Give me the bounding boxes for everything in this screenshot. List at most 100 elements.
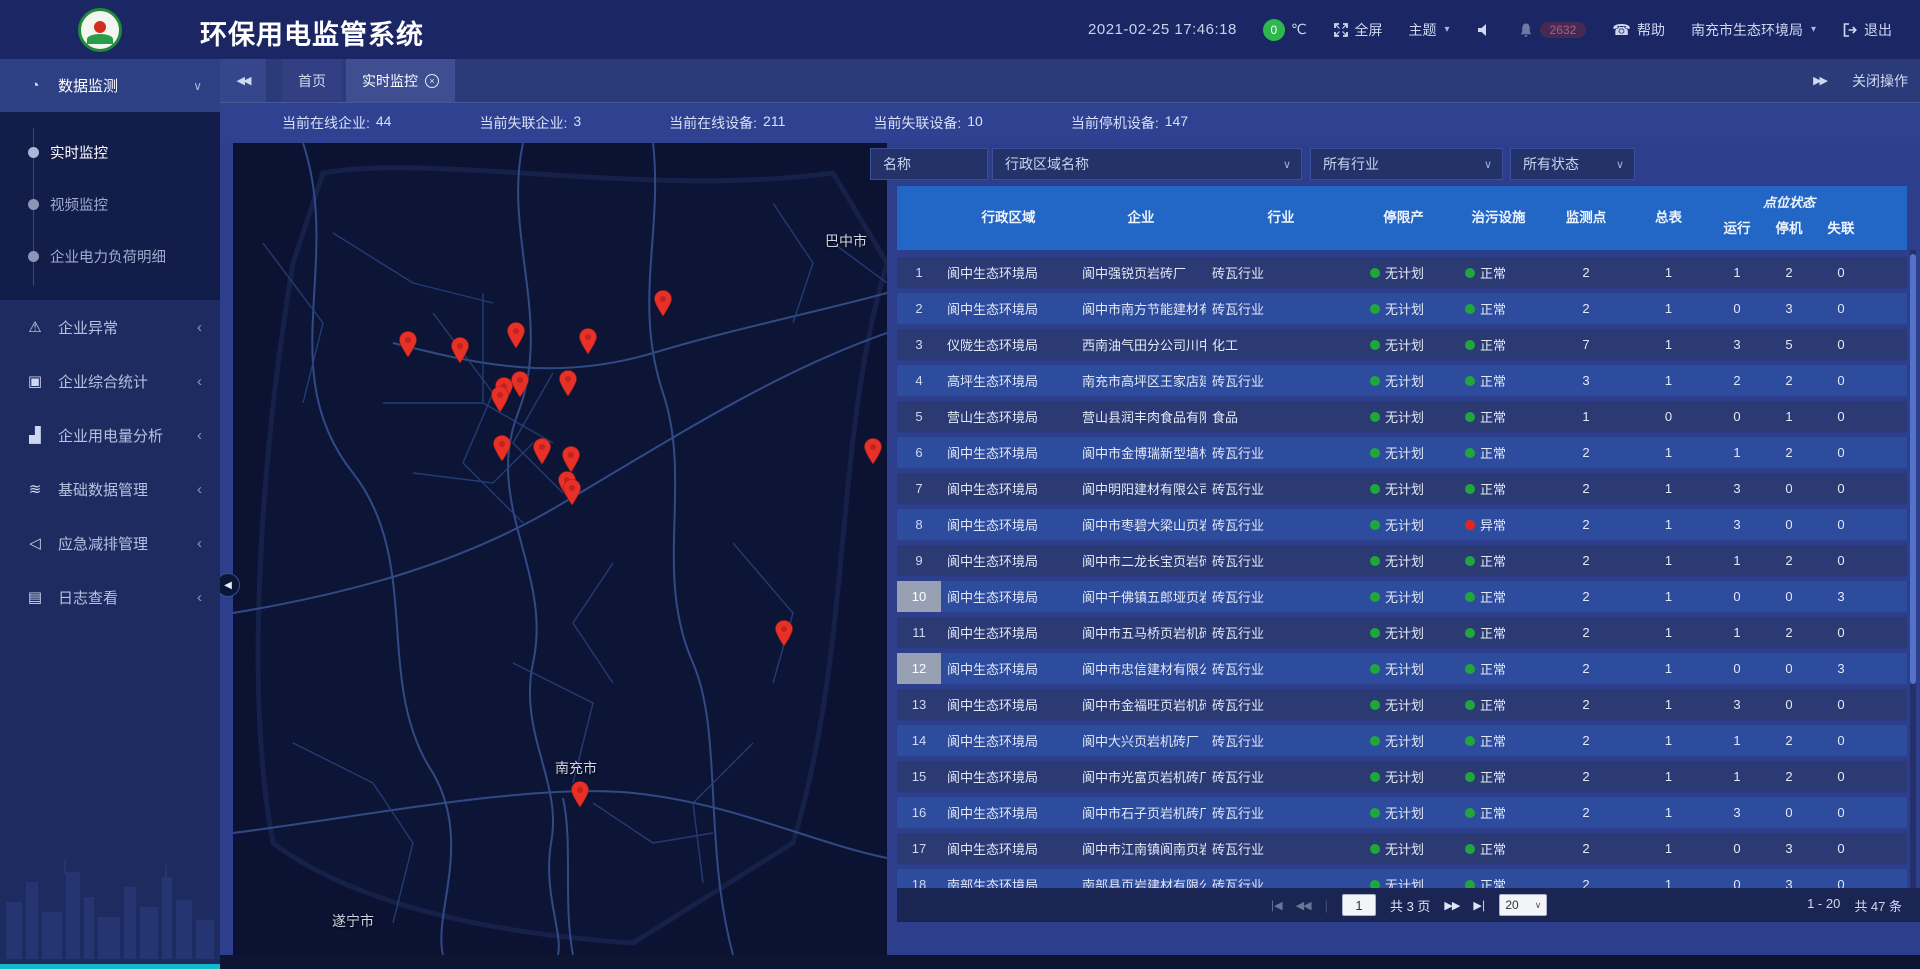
menu-icon: ▟ [26, 426, 44, 444]
row-number: 14 [897, 725, 941, 756]
stat-value: 147 [1165, 113, 1188, 133]
map-location-pin[interactable] [398, 331, 418, 357]
cell-limit-status: 无计划 [1356, 833, 1451, 864]
last-page-button[interactable]: ▶∣ [1473, 899, 1485, 912]
map-location-pin[interactable] [450, 337, 470, 363]
map-location-pin[interactable] [561, 446, 581, 472]
cell-facility-status: 正常 [1451, 437, 1546, 468]
cell-company: 南部县页岩建材有限公 [1076, 869, 1206, 888]
cell-run-count: 1 [1711, 761, 1763, 792]
map-location-pin[interactable] [562, 479, 582, 505]
table-row[interactable]: 12 阆中生态环境局 阆中市忠信建材有限公 砖瓦行业 无计划 正常 2 1 0 … [897, 653, 1907, 684]
map-location-pin[interactable] [490, 386, 510, 412]
row-number: 8 [897, 509, 941, 540]
map-location-pin[interactable] [558, 370, 578, 396]
tabs-scroll-right-button[interactable]: ▶▶ [1813, 74, 1826, 87]
row-number: 6 [897, 437, 941, 468]
temperature-badge: 0 [1263, 19, 1285, 41]
table-row[interactable]: 18 南部生态环境局 南部县页岩建材有限公 砖瓦行业 无计划 正常 2 1 0 … [897, 869, 1907, 888]
notification-area[interactable]: 2632 [1518, 22, 1587, 38]
organization-dropdown[interactable]: 南充市生态环境局▾ [1691, 20, 1816, 40]
map-location-pin[interactable] [863, 438, 883, 464]
row-number: 3 [897, 329, 941, 360]
map-location-pin[interactable] [510, 371, 530, 397]
weather-widget: 0 ℃ [1263, 19, 1307, 41]
table-row[interactable]: 13 阆中生态环境局 阆中市金福旺页岩机砖 砖瓦行业 无计划 正常 2 1 3 … [897, 689, 1907, 720]
cell-company: 阆中强锐页岩砖厂 [1076, 257, 1206, 288]
sidebar-submenu-item[interactable]: 企业电力负荷明细 [0, 230, 220, 282]
cell-monitor-points: 2 [1546, 437, 1626, 468]
map-location-pin[interactable] [506, 322, 526, 348]
table-row[interactable]: 17 阆中生态环境局 阆中市江南镇阆南页岩 砖瓦行业 无计划 正常 2 1 0 … [897, 833, 1907, 864]
cell-region: 阆中生态环境局 [941, 761, 1076, 792]
table-row[interactable]: 6 阆中生态环境局 阆中市金博瑞新型墙材 砖瓦行业 无计划 正常 2 1 1 2… [897, 437, 1907, 468]
table-row[interactable]: 10 阆中生态环境局 阆中千佛镇五郎垭页岩 砖瓦行业 无计划 正常 2 1 0 … [897, 581, 1907, 612]
sidebar-group-item[interactable]: ▣ 企业综合统计 ‹ [0, 354, 220, 408]
green-status-dot [1370, 736, 1380, 746]
sound-button[interactable] [1476, 22, 1492, 38]
row-number: 4 [897, 365, 941, 396]
table-row[interactable]: 16 阆中生态环境局 阆中市石子页岩机砖厂 砖瓦行业 无计划 正常 2 1 3 … [897, 797, 1907, 828]
help-button[interactable]: ☎ 帮助 [1612, 20, 1665, 40]
map-location-pin[interactable] [532, 438, 552, 464]
sidebar-group-item[interactable]: ▟ 企业用电量分析 ‹ [0, 408, 220, 462]
sidebar-item-data-monitoring[interactable]: ◔ 数据监测 ∨ [0, 59, 220, 112]
cell-run-count: 3 [1711, 509, 1763, 540]
table-row[interactable]: 11 阆中生态环境局 阆中市五马桥页岩机砖 砖瓦行业 无计划 正常 2 1 1 … [897, 617, 1907, 648]
table-row[interactable]: 9 阆中生态环境局 阆中市二龙长宝页岩砖 砖瓦行业 无计划 正常 2 1 1 2… [897, 545, 1907, 576]
table-row[interactable]: 15 阆中生态环境局 阆中市光富页岩机砖厂 砖瓦行业 无计划 正常 2 1 1 … [897, 761, 1907, 792]
map-location-pin[interactable] [774, 620, 794, 646]
close-operations-button[interactable]: 关闭操作 [1852, 71, 1908, 91]
sidebar-submenu-item[interactable]: 实时监控 [0, 126, 220, 178]
sidebar-group-item[interactable]: ▤ 日志查看 ‹ [0, 570, 220, 624]
scrollbar-thumb[interactable] [1910, 254, 1916, 684]
row-number: 16 [897, 797, 941, 828]
table-scrollbar[interactable] [1910, 250, 1916, 888]
page-number-input[interactable] [1342, 894, 1376, 916]
tab[interactable]: 实时监控 × [346, 59, 455, 102]
table-row[interactable]: 1 阆中生态环境局 阆中强锐页岩砖厂 砖瓦行业 无计划 正常 2 1 1 2 0 [897, 257, 1907, 288]
page-size-select[interactable]: 20 ∨ [1499, 894, 1547, 916]
cell-total-meters: 1 [1626, 869, 1711, 888]
status-select[interactable]: 所有状态 ∨ [1510, 148, 1635, 180]
table-row[interactable]: 8 阆中生态环境局 阆中市枣碧大梁山页岩 砖瓦行业 无计划 异常 2 1 3 0… [897, 509, 1907, 540]
menu-icon: ≋ [26, 480, 44, 498]
sidebar-group-item[interactable]: ⚠ 企业异常 ‹ [0, 300, 220, 354]
tab-close-icon[interactable]: × [425, 74, 439, 88]
industry-select[interactable]: 所有行业 ∨ [1310, 148, 1503, 180]
cell-monitor-points: 3 [1546, 365, 1626, 396]
cell-monitor-points: 2 [1546, 293, 1626, 324]
sidebar-group-item[interactable]: ≋ 基础数据管理 ‹ [0, 462, 220, 516]
map-location-pin[interactable] [578, 328, 598, 354]
stat-value: 44 [376, 113, 392, 133]
map-location-pin[interactable] [492, 435, 512, 461]
theme-dropdown[interactable]: 主题▾ [1409, 20, 1450, 40]
green-status-dot [1370, 340, 1380, 350]
cell-total-meters: 1 [1626, 617, 1711, 648]
prev-page-button[interactable]: ◀◀ [1296, 899, 1311, 912]
name-input[interactable] [883, 156, 975, 172]
map-location-pin[interactable] [570, 781, 590, 807]
menu-icon: ◁ [26, 534, 44, 552]
tab[interactable]: 首页 × [282, 59, 342, 102]
fullscreen-button[interactable]: 全屏 [1333, 20, 1383, 40]
region-select[interactable]: 行政区域名称 ∨ [992, 148, 1302, 180]
next-page-button[interactable]: ▶▶ [1444, 899, 1459, 912]
table-row[interactable]: 7 阆中生态环境局 阆中明阳建材有限公司 砖瓦行业 无计划 正常 2 1 3 0… [897, 473, 1907, 504]
table-body: 1 阆中生态环境局 阆中强锐页岩砖厂 砖瓦行业 无计划 正常 2 1 1 2 0… [897, 250, 1907, 888]
logout-button[interactable]: 退出 [1842, 20, 1892, 40]
tabs-scroll-left-button[interactable]: ◀◀ [220, 59, 266, 102]
map-location-pin[interactable] [653, 290, 673, 316]
table-row[interactable]: 14 阆中生态环境局 阆中大兴页岩机砖厂 砖瓦行业 无计划 正常 2 1 1 2… [897, 725, 1907, 756]
table-row[interactable]: 3 仪陇生态环境局 西南油气田分公司川中 化工 无计划 正常 7 1 3 5 0 [897, 329, 1907, 360]
map-panel[interactable]: 巴中市 南充市 遂宁市 [233, 143, 887, 955]
sidebar-submenu-item[interactable]: 视频监控 [0, 178, 220, 230]
sidebar-group-item[interactable]: ◁ 应急减排管理 ‹ [0, 516, 220, 570]
table-row[interactable]: 5 营山生态环境局 营山县润丰肉食品有限 食品 无计划 正常 1 0 0 1 0 [897, 401, 1907, 432]
name-search-input[interactable] [870, 148, 988, 180]
first-page-button[interactable]: ∣◀ [1270, 899, 1282, 912]
col-group-point-status: 点位状态 运行 停机 失联 [1711, 186, 1867, 250]
cell-facility-status: 正常 [1451, 797, 1546, 828]
table-row[interactable]: 2 阆中生态环境局 阆中市南方节能建材有 砖瓦行业 无计划 正常 2 1 0 3… [897, 293, 1907, 324]
table-row[interactable]: 4 高坪生态环境局 南充市高坪区王家店建 砖瓦行业 无计划 正常 3 1 2 2… [897, 365, 1907, 396]
